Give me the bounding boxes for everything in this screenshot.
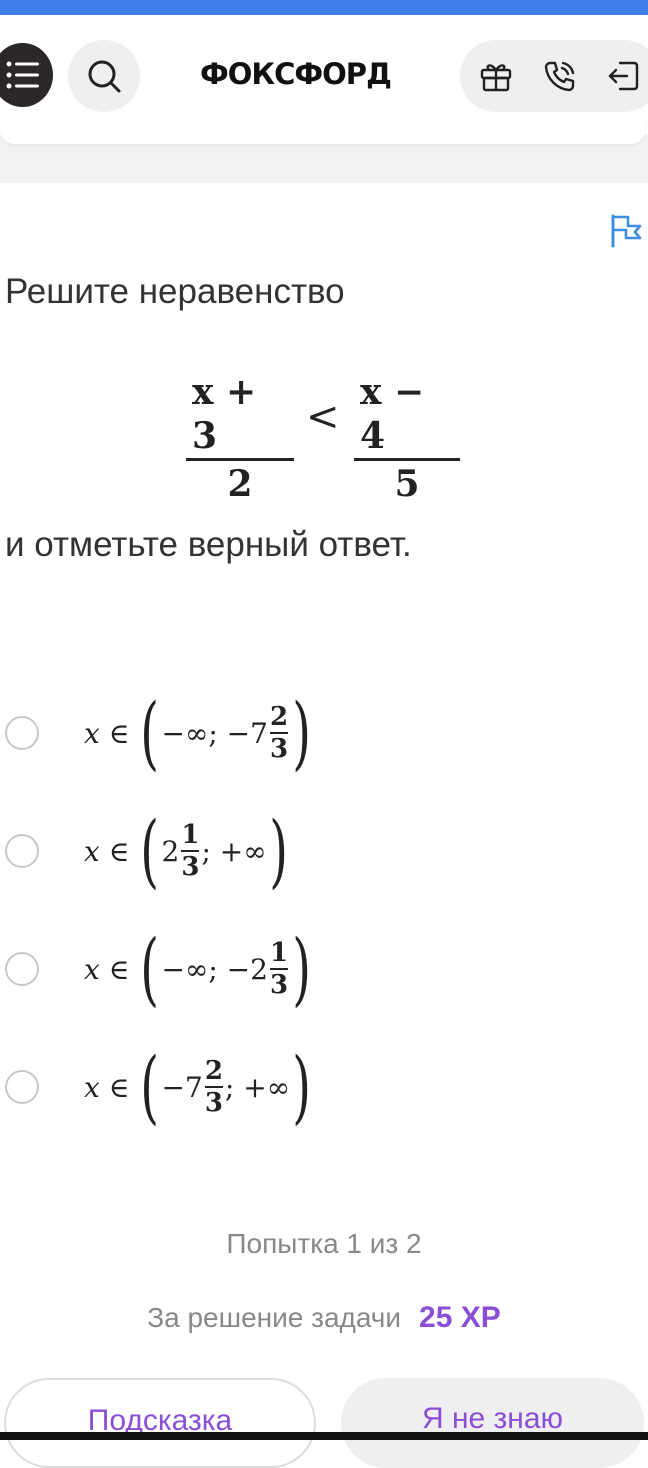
option-prefix: x ∈ bbox=[84, 1070, 130, 1104]
radio-button[interactable] bbox=[5, 834, 39, 868]
option-fraction: 1 3 bbox=[269, 938, 289, 1000]
dont-know-button[interactable]: Я не знаю bbox=[341, 1378, 644, 1468]
logo[interactable]: ФОКСФОРД bbox=[200, 56, 400, 92]
option-after: ; +∞ bbox=[201, 834, 267, 868]
option-math: x ∈ ( 2 1 3 ; +∞ ) bbox=[84, 801, 290, 901]
fraction-numerator: 2 bbox=[269, 702, 289, 732]
dont-know-button-label: Я не знаю bbox=[421, 1402, 564, 1435]
answer-option-1[interactable]: x ∈ ( −∞; −7 2 3 ) bbox=[0, 683, 648, 783]
phone-icon bbox=[544, 61, 575, 92]
search-button[interactable] bbox=[68, 40, 140, 112]
open-paren: ( bbox=[140, 686, 160, 779]
task-prompt: Решите неравенство bbox=[5, 272, 345, 311]
option-math: x ∈ ( −∞; −2 1 3 ) bbox=[84, 919, 313, 1019]
logout-icon bbox=[608, 61, 639, 91]
close-paren: ) bbox=[292, 686, 312, 779]
option-prefix: x ∈ bbox=[84, 716, 130, 750]
option-fraction: 2 3 bbox=[269, 702, 289, 764]
option-math: x ∈ ( −7 2 3 ; +∞ ) bbox=[84, 1037, 313, 1137]
right-fraction: x − 4 5 bbox=[354, 370, 460, 507]
right-denominator: 5 bbox=[394, 463, 420, 505]
option-before: −∞; −7 bbox=[161, 716, 268, 750]
option-before: 2 bbox=[161, 834, 180, 868]
header-card-edge bbox=[0, 118, 645, 144]
reward-value: 25 XP bbox=[419, 1301, 501, 1334]
task-prompt-end: и отметьте верный ответ. bbox=[5, 525, 412, 564]
answer-option-2[interactable]: x ∈ ( 2 1 3 ; +∞ ) bbox=[0, 801, 648, 901]
left-denominator: 2 bbox=[227, 463, 253, 505]
fraction-denominator: 3 bbox=[269, 734, 289, 764]
close-paren: ) bbox=[268, 804, 288, 897]
inequality-formula: x + 3 2 < x − 4 5 bbox=[186, 370, 466, 505]
option-prefix: x ∈ bbox=[84, 834, 130, 868]
option-fraction: 1 3 bbox=[181, 820, 200, 882]
system-bottom-bar bbox=[0, 1432, 648, 1440]
gift-icon bbox=[480, 64, 512, 92]
option-fraction: 2 3 bbox=[204, 1056, 223, 1118]
fraction-numerator: 1 bbox=[269, 938, 289, 968]
open-paren: ( bbox=[140, 922, 160, 1015]
fraction-denominator: 3 bbox=[204, 1088, 223, 1118]
close-paren: ) bbox=[292, 922, 312, 1015]
fraction-denominator: 3 bbox=[181, 852, 200, 882]
reward-label: За решение задачи bbox=[147, 1302, 402, 1333]
left-fraction: x + 3 2 bbox=[186, 370, 294, 507]
attempt-counter: Попытка 1 из 2 bbox=[226, 1228, 422, 1259]
radio-button[interactable] bbox=[5, 1070, 39, 1104]
option-math: x ∈ ( −∞; −7 2 3 ) bbox=[84, 683, 313, 783]
answer-option-4[interactable]: x ∈ ( −7 2 3 ; +∞ ) bbox=[0, 1037, 648, 1137]
fraction-denominator: 3 bbox=[269, 970, 289, 1000]
open-paren: ( bbox=[140, 804, 160, 897]
option-before: −7 bbox=[161, 1070, 203, 1104]
fraction-numerator: 2 bbox=[204, 1056, 223, 1086]
open-paren: ( bbox=[140, 1040, 160, 1133]
phone-button[interactable] bbox=[542, 58, 578, 94]
logout-button[interactable] bbox=[605, 58, 641, 94]
radio-button[interactable] bbox=[5, 952, 39, 986]
right-numerator: x − 4 bbox=[360, 371, 425, 457]
search-icon bbox=[88, 60, 121, 93]
option-prefix: x ∈ bbox=[84, 952, 130, 986]
close-paren: ) bbox=[292, 1040, 312, 1133]
fraction-numerator: 1 bbox=[181, 820, 200, 850]
gift-button[interactable] bbox=[478, 58, 514, 94]
left-numerator: x + 3 bbox=[192, 371, 257, 457]
hint-button[interactable]: Подсказка bbox=[4, 1378, 316, 1468]
radio-button[interactable] bbox=[5, 716, 39, 750]
header-actions bbox=[460, 40, 648, 112]
reward-row: За решение задачи 25 XP bbox=[0, 1301, 648, 1335]
option-before: −∞; −2 bbox=[161, 952, 268, 986]
answer-option-3[interactable]: x ∈ ( −∞; −2 1 3 ) bbox=[0, 919, 648, 1019]
report-flag-icon[interactable] bbox=[608, 212, 644, 248]
menu-icon bbox=[6, 61, 39, 89]
top-accent-strip bbox=[0, 0, 648, 15]
option-after: ; +∞ bbox=[224, 1070, 291, 1104]
relation-sign: < bbox=[306, 394, 340, 440]
